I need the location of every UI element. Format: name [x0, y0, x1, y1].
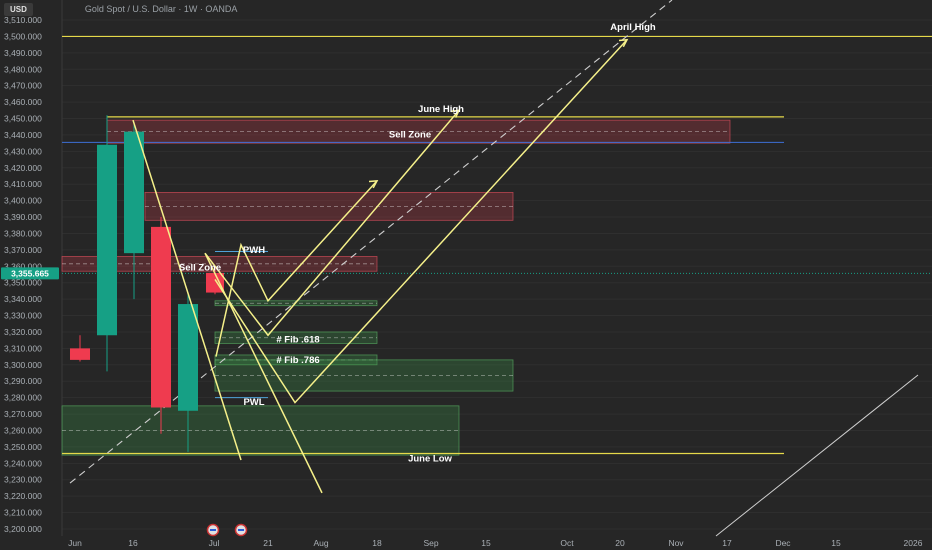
- price-axis-label: 3,280.000: [4, 393, 42, 403]
- sell-zone-label: Sell Zone: [389, 129, 431, 140]
- price-axis-label: 3,400.000: [4, 196, 42, 206]
- price-axis-label: 3,300.000: [4, 360, 42, 370]
- fib-786-label: # Fib .786: [276, 355, 319, 366]
- price-axis-label: 3,330.000: [4, 311, 42, 321]
- time-axis-label: Oct: [560, 538, 574, 548]
- price-axis-label: 3,420.000: [4, 163, 42, 173]
- price-axis-label: 3,510.000: [4, 15, 42, 25]
- price-axis-label: 3,450.000: [4, 114, 42, 124]
- time-axis-label: Aug: [313, 538, 328, 548]
- price-axis-label: 3,230.000: [4, 475, 42, 485]
- price-axis-label: 3,440.000: [4, 130, 42, 140]
- price-axis-label: 3,290.000: [4, 376, 42, 386]
- sell-zone-label: Sell Zone: [179, 262, 221, 273]
- price-axis-label: 3,490.000: [4, 48, 42, 58]
- price-chart[interactable]: 3,510.000 3,500.000 3,490.000 3,480.000 3,47…: [0, 0, 932, 550]
- fib-618-label: # Fib .618: [276, 335, 319, 346]
- price-axis-label: 3,340.000: [4, 294, 42, 304]
- bearish-candle: [151, 226, 171, 408]
- june-high-label: June High: [418, 104, 464, 115]
- bullish-candle: [124, 131, 144, 254]
- grey-trendline: [715, 374, 919, 537]
- time-axis-label: Nov: [668, 538, 684, 548]
- pwl-label: PWL: [243, 397, 264, 408]
- price-axis-label: 3,370.000: [4, 245, 42, 255]
- time-axis-label: 16: [128, 538, 138, 548]
- bullish-candle: [97, 144, 117, 336]
- time-axis-label: Jul: [209, 538, 220, 548]
- price-axis-label: 3,460.000: [4, 97, 42, 107]
- pwh-label: PWH: [243, 245, 265, 256]
- time-axis-label: 20: [615, 538, 625, 548]
- price-axis-label: 3,470.000: [4, 81, 42, 91]
- time-axis-label: 21: [263, 538, 273, 548]
- price-axis-label: 3,320.000: [4, 327, 42, 337]
- time-axis-label: 15: [831, 538, 841, 548]
- bearish-candle: [70, 348, 90, 360]
- price-axis-label: 3,310.000: [4, 343, 42, 353]
- price-axis-label: 3,210.000: [4, 508, 42, 518]
- price-axis-label: 3,480.000: [4, 64, 42, 74]
- time-axis-label: Jun: [68, 538, 82, 548]
- time-axis-label: Sep: [423, 538, 438, 548]
- price-axis-label: 3,390.000: [4, 212, 42, 222]
- time-axis-label: Dec: [775, 538, 791, 548]
- time-axis-label: 15: [481, 538, 491, 548]
- price-axis-label: 3,430.000: [4, 146, 42, 156]
- time-axis-label: 17: [722, 538, 732, 548]
- june-low-label: June Low: [408, 453, 452, 464]
- price-axis-label: 3,250.000: [4, 442, 42, 452]
- price-axis-label: 3,220.000: [4, 491, 42, 501]
- price-axis-label: 3,200.000: [4, 524, 42, 534]
- time-axis-label: 18: [372, 538, 382, 548]
- price-axis-label: 3,270.000: [4, 409, 42, 419]
- bullish-candle: [178, 304, 198, 411]
- april-high-label: April High: [610, 22, 656, 33]
- price-axis-label: 3,380.000: [4, 228, 42, 238]
- price-axis-label: 3,240.000: [4, 458, 42, 468]
- price-axis-label: 3,260.000: [4, 425, 42, 435]
- price-axis-label: 3,500.000: [4, 31, 42, 41]
- time-axis-label: 2026: [904, 538, 923, 548]
- current-price-label: 3,355.665: [11, 268, 49, 278]
- price-axis-label: 3,410.000: [4, 179, 42, 189]
